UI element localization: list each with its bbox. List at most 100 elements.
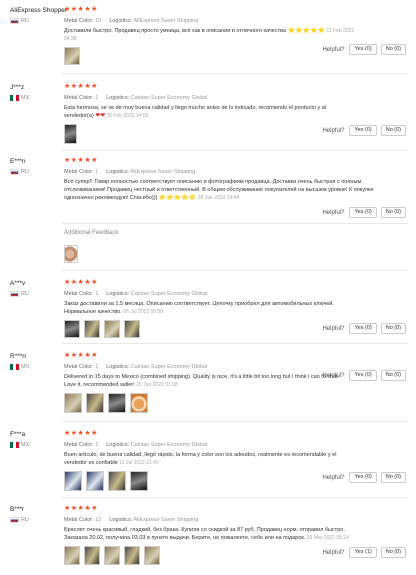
helpful-no-button[interactable]: No (0): [380, 547, 406, 558]
logistics-value: AliExpress Saver Shipping: [133, 18, 199, 24]
rating-stars: ★★★★★: [64, 505, 98, 512]
logistics-label: Logistics:: [109, 18, 133, 24]
review-meta: Metal Color: 1 Logistics: Cainiao Super E…: [64, 94, 364, 102]
review-photo[interactable]: [124, 320, 140, 338]
helpful-no-button[interactable]: No (0): [380, 370, 406, 381]
helpful-controls: Helpful? Yes (0) No (0): [322, 125, 406, 136]
helpful-yes-button[interactable]: Yes (0): [349, 472, 377, 483]
review-date: 06 Jul 2022 00:58: [123, 309, 164, 315]
helpful-yes-button[interactable]: Yes (0): [349, 323, 377, 334]
helpful-yes-button[interactable]: Yes (0): [349, 44, 377, 55]
reviewer-info: J***z MX: [10, 83, 62, 101]
reviewer-info: F***a MX: [10, 430, 62, 448]
helpful-no-button[interactable]: No (0): [380, 207, 406, 218]
review-content: ★★★★★ Metal Color: 1 Logistics: Cainiao S…: [64, 83, 364, 144]
metal-color-value: 1: [95, 442, 99, 448]
metal-color-label: Metal Color:: [64, 364, 94, 370]
review-text: Всё супер!! Товар полностью соответствуе…: [64, 178, 374, 202]
rating-stars: ★★★★★: [64, 83, 98, 90]
review-divider: [62, 421, 408, 422]
review-photo[interactable]: [64, 320, 80, 338]
review-body: Заказ доставили за 1,5 месяца. Описанию …: [64, 301, 334, 315]
metal-color-value: 10: [95, 18, 102, 24]
reviewer-country: MX: [10, 95, 62, 101]
review-divider: [62, 73, 408, 74]
country-code: MX: [21, 364, 30, 370]
review-emoji: ⭐⭐⭐⭐⭐: [158, 195, 197, 201]
mexico-flag-icon: [10, 364, 19, 370]
helpful-controls: Helpful? Yes (0) No (0): [322, 44, 406, 55]
review-divider: [62, 270, 408, 271]
review-photo[interactable]: [108, 393, 126, 413]
helpful-yes-button[interactable]: Yes (1): [349, 547, 377, 558]
reviewer-country: MX: [10, 442, 62, 448]
helpful-yes-button[interactable]: Yes (0): [349, 207, 377, 218]
review-text: Esta hermosa, se ve de muy buena calidad…: [64, 104, 354, 120]
review-divider: [62, 223, 408, 224]
review-photo[interactable]: [144, 546, 160, 565]
review-photo[interactable]: [130, 471, 148, 491]
mexico-flag-icon: [10, 442, 19, 448]
review-text: Заказ доставили за 1,5 месяца. Описанию …: [64, 300, 364, 316]
helpful-no-button[interactable]: No (0): [380, 472, 406, 483]
review-photo[interactable]: [86, 393, 104, 413]
review-photo[interactable]: [84, 546, 100, 565]
helpful-label: Helpful?: [322, 209, 345, 216]
metal-color-value: 1: [95, 364, 99, 370]
helpful-yes-button[interactable]: Yes (0): [349, 370, 377, 381]
review-photos: [64, 393, 344, 413]
review-photo[interactable]: [108, 471, 126, 491]
review-photo[interactable]: [130, 393, 148, 413]
reviewer-name: B***r: [10, 506, 25, 513]
reviews-list: AliExpress Shopper RU ★★★★★ Metal Color:…: [0, 0, 416, 575]
review-photo[interactable]: [104, 546, 120, 565]
additional-feedback-label: Additional Feedback: [64, 230, 119, 236]
review-content: ★★★★★ Metal Color: 1 Logistics: AliExpres…: [64, 157, 374, 202]
review-text: Delivered in 15 days to Mexico (combined…: [64, 373, 344, 389]
reviewer-info: E***n RU: [10, 157, 62, 175]
review-photo[interactable]: [124, 546, 140, 565]
metal-color-value: 13: [95, 517, 102, 523]
helpful-no-button[interactable]: No (0): [380, 323, 406, 334]
review-content: ★★★★★ Metal Color: 1 Logistics: Cainiao S…: [64, 279, 364, 338]
review-content: ★★★★★ Metal Color: 1 Logistics: Cainiao S…: [64, 352, 344, 413]
review-photo[interactable]: [84, 320, 100, 338]
review-emoji: ⭐⭐⭐⭐⭐: [287, 28, 325, 34]
helpful-controls: Helpful? Yes (0) No (0): [322, 472, 406, 483]
review-meta: Metal Color: 1 Logistics: AliExpress Save…: [64, 168, 374, 176]
review-photo[interactable]: [64, 124, 77, 144]
country-code: MX: [21, 442, 30, 448]
metal-color-label: Metal Color:: [64, 18, 94, 24]
helpful-no-button[interactable]: No (0): [380, 44, 406, 55]
additional-feedback-photos: [64, 245, 78, 263]
review-body: Браслет очень красивый, гладкий, без бра…: [64, 527, 345, 541]
review-divider: [62, 497, 408, 498]
helpful-yes-button[interactable]: Yes (0): [349, 125, 377, 136]
metal-color-value: 1: [95, 291, 99, 297]
review-photo[interactable]: [86, 471, 104, 491]
review-meta: Metal Color: 13 Logistics: AliExpress Sav…: [64, 516, 349, 524]
logistics-value: Cainiao Super Economy Global: [130, 95, 208, 101]
heart-emoji: ❤❤: [95, 113, 106, 119]
russia-flag-icon: [10, 169, 19, 175]
review-photo[interactable]: [64, 546, 80, 565]
additional-photo[interactable]: [64, 245, 78, 263]
review-photo[interactable]: [64, 47, 80, 65]
reviewer-country: RU: [10, 169, 62, 175]
review-date: 28 Jan 2022 19:44: [197, 195, 240, 201]
review-meta: Metal Color: 1 Logistics: Cainiao Super E…: [64, 441, 349, 449]
review-content: ★★★★★ Metal Color: 13 Logistics: AliExpre…: [64, 505, 349, 565]
helpful-controls: Helpful? Yes (0) No (0): [322, 323, 406, 334]
review-body: Buen artículo, de buena calidad, llegó r…: [64, 452, 337, 466]
review-photo[interactable]: [64, 393, 82, 413]
review-photo[interactable]: [64, 471, 82, 491]
review-divider: [62, 343, 408, 344]
reviewer-name: AliExpress Shopper: [10, 7, 68, 14]
logistics-value: AliExpress Saver Shipping: [130, 169, 196, 175]
helpful-no-button[interactable]: No (0): [380, 125, 406, 136]
logistics-label: Logistics:: [106, 364, 130, 370]
logistics-label: Logistics:: [109, 517, 133, 523]
logistics-value: Cainiao Super Economy Global: [130, 442, 208, 448]
metal-color-label: Metal Color:: [64, 169, 94, 175]
review-photo[interactable]: [104, 320, 120, 338]
